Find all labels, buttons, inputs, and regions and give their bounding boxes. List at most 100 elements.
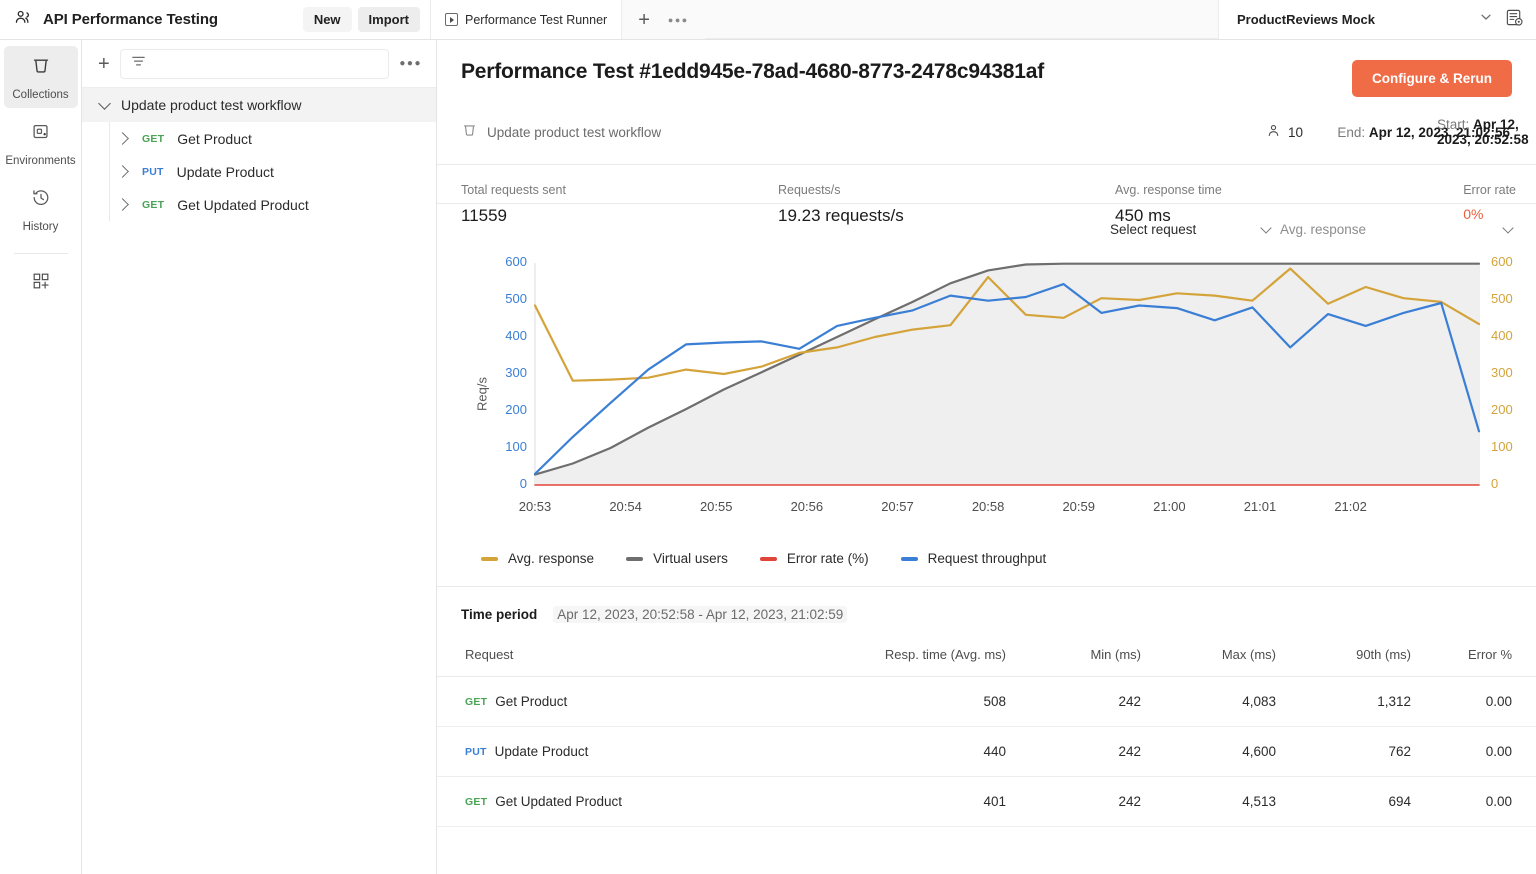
- workspace-title: API Performance Testing: [43, 11, 218, 28]
- new-tab-icon[interactable]: +: [638, 10, 650, 30]
- y-tick-right: 400: [1491, 328, 1513, 343]
- stat-label: Requests/s: [778, 183, 841, 197]
- sidebar-item-label: Collections: [12, 89, 69, 101]
- y-tick-left: 300: [505, 365, 527, 380]
- chevron-down-icon[interactable]: [1479, 10, 1493, 29]
- request-row-get-updated-product[interactable]: GET Get Updated Product: [82, 188, 436, 221]
- col-min: Min (ms): [1006, 639, 1141, 677]
- tab-strip-spacer: [704, 0, 1218, 39]
- collections-icon: [461, 122, 478, 142]
- collection-row[interactable]: Update product test workflow: [82, 88, 436, 122]
- environment-selector[interactable]: ProductReviews Mock: [1218, 0, 1536, 39]
- chart-legend: Avg. response Virtual users Error rate (%)…: [461, 529, 1512, 586]
- collections-icon: [30, 55, 52, 82]
- stat-avg-response-time: Avg. response time 450 ms: [1115, 183, 1222, 226]
- environment-name: ProductReviews Mock: [1237, 12, 1375, 27]
- y-tick-left: 500: [505, 291, 527, 306]
- legend-item-1[interactable]: Virtual users: [626, 551, 728, 566]
- request-name: Update Product: [494, 744, 589, 759]
- report-header: Performance Test #1edd945e-78ad-4680-877…: [437, 40, 1536, 147]
- filter-icon: [130, 53, 147, 75]
- y-tick-left: 100: [505, 439, 527, 454]
- x-tick: 20:53: [518, 499, 552, 514]
- sidebar-item-label: History: [22, 221, 59, 233]
- table-row[interactable]: PUT Update Product 440 242 4,600 762 0.00: [437, 726, 1536, 777]
- method-badge: GET: [142, 198, 165, 211]
- tab-more-icon[interactable]: ●●●: [668, 15, 689, 25]
- cell-min: 242: [1006, 726, 1141, 777]
- x-tick: 20:57: [881, 499, 914, 514]
- sidebar-item-collections[interactable]: Collections: [3, 46, 78, 108]
- legend-item-2[interactable]: Error rate (%): [759, 551, 869, 566]
- performance-chart: Req/s Response time (ms) 010020030040050…: [461, 247, 1512, 529]
- cell-request: GET Get Updated Product: [437, 776, 816, 827]
- cell-max: 4,513: [1141, 776, 1276, 827]
- stat-error-rate: Error rate 0%: [1463, 183, 1516, 222]
- cell-90th: 762: [1276, 726, 1411, 777]
- tree-guide: [109, 122, 110, 155]
- environment-quick-look-icon[interactable]: [1505, 8, 1524, 32]
- request-row-update-product[interactable]: PUT Update Product: [82, 155, 436, 188]
- tab-performance-test-runner[interactable]: Performance Test Runner: [431, 0, 623, 39]
- sidebar-more-icon[interactable]: ●●●: [399, 58, 422, 69]
- user-icon: [1266, 123, 1281, 141]
- x-tick: 20:56: [790, 499, 824, 514]
- end-label: End:: [1337, 124, 1366, 140]
- chevron-down-icon[interactable]: [98, 96, 111, 110]
- collection-name: Update product test workflow: [121, 97, 302, 113]
- method-badge: GET: [142, 132, 165, 145]
- workspace-header: API Performance Testing New Import: [0, 0, 430, 39]
- col-resp-time: Resp. time (Avg. ms): [816, 639, 1006, 677]
- table-row[interactable]: GET Get Product 508 242 4,083 1,312 0.00: [437, 676, 1536, 727]
- y-tick-right: 100: [1491, 439, 1513, 454]
- table-header-row: Request Resp. time (Avg. ms) Min (ms) Ma…: [437, 639, 1536, 677]
- page-title: Performance Test #1edd945e-78ad-4680-877…: [461, 60, 1045, 83]
- add-icon[interactable]: +: [98, 54, 110, 74]
- chevron-right-icon[interactable]: [116, 198, 129, 211]
- cell-90th: 1,312: [1276, 676, 1411, 727]
- stat-value: 11559: [461, 206, 508, 225]
- stat-label: Error rate: [1463, 183, 1516, 197]
- workspace-icon: [14, 8, 33, 32]
- virtual-users-count: 10: [1288, 124, 1304, 140]
- configure-and-rerun-button[interactable]: Configure & Rerun: [1352, 60, 1512, 97]
- request-name: Get Updated Product: [495, 794, 623, 809]
- import-button[interactable]: Import: [357, 7, 420, 32]
- chevron-right-icon[interactable]: [116, 132, 129, 145]
- new-grid-icon: [31, 271, 51, 296]
- title-row: Performance Test #1edd945e-78ad-4680-877…: [461, 60, 1512, 97]
- cell-min: 242: [1006, 676, 1141, 727]
- table-row[interactable]: GET Get Updated Product 401 242 4,513 694 0.00: [437, 776, 1536, 827]
- x-tick: 20:54: [609, 499, 642, 514]
- start-label: Start:: [1437, 117, 1470, 132]
- y-tick-left: 600: [505, 254, 527, 269]
- legend-item-3[interactable]: Request throughput: [900, 551, 1046, 566]
- metric-select[interactable]: Avg. response: [1280, 221, 1514, 237]
- sidebar-item-environments[interactable]: Environments: [4, 112, 78, 174]
- results-table: Request Resp. time (Avg. ms) Min (ms) Ma…: [437, 639, 1536, 827]
- cell-error-pct: 0.00: [1411, 726, 1536, 777]
- search-input[interactable]: [119, 48, 390, 79]
- chevron-right-icon[interactable]: [116, 165, 129, 178]
- legend-item-0[interactable]: Avg. response: [481, 551, 594, 566]
- x-tick: 20:58: [971, 499, 1005, 514]
- new-button[interactable]: New: [302, 7, 352, 32]
- chart-section: Select request Avg. response Req/s Respo…: [437, 204, 1536, 586]
- col-max: Max (ms): [1141, 639, 1276, 677]
- history-icon: [30, 187, 52, 214]
- cell-max: 4,600: [1141, 726, 1276, 777]
- run-meta: Update product test workflow 10 Start: A…: [461, 117, 1529, 147]
- x-tick: 21:01: [1243, 499, 1277, 514]
- request-name: Update Product: [176, 163, 274, 180]
- app-window: API Performance Testing New Import Perfo…: [0, 0, 1536, 874]
- cell-resp-time: 508: [816, 676, 1006, 727]
- sidebar-item-history[interactable]: History: [4, 178, 78, 240]
- rail-divider: [13, 253, 68, 254]
- y-tick-right: 200: [1491, 402, 1513, 417]
- method-badge: GET: [465, 695, 488, 708]
- new-grid-button[interactable]: [4, 262, 78, 303]
- method-badge: PUT: [465, 745, 487, 758]
- request-row-get-product[interactable]: GET Get Product: [82, 122, 436, 155]
- cell-90th: 694: [1276, 776, 1411, 827]
- top-bar: API Performance Testing New Import Perfo…: [0, 0, 1536, 40]
